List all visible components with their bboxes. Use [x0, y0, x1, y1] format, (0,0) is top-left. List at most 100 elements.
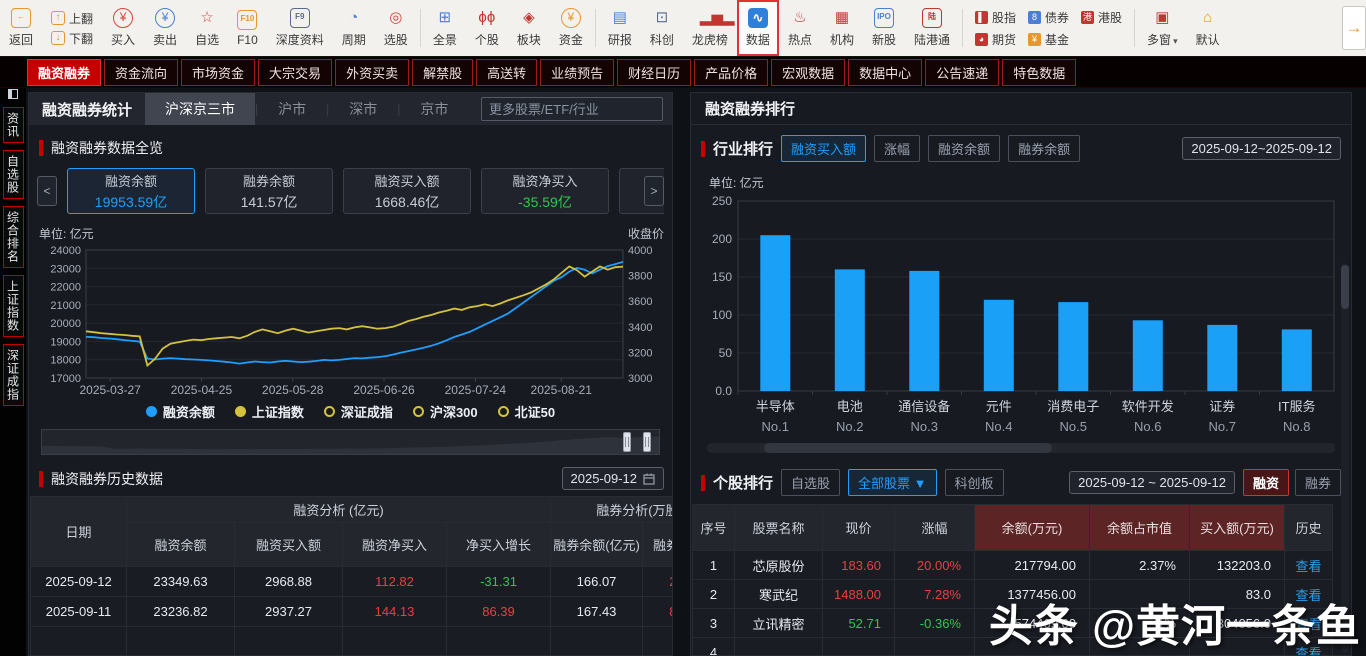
nav-tab-大宗交易[interactable]: 大宗交易: [258, 59, 332, 86]
stock-table-scrollbar[interactable]: [1341, 263, 1349, 653]
nav-tab-外资买卖[interactable]: 外资买卖: [335, 59, 409, 86]
search-input[interactable]: [489, 102, 665, 117]
view-link[interactable]: 查看: [1285, 638, 1333, 656]
toolbar-item-基金[interactable]: ¥基金: [1028, 31, 1069, 48]
toolbar-item-下翻[interactable]: ↓下翻: [51, 30, 93, 47]
table-cell: 20.00%: [895, 551, 975, 580]
toolbar-item-新股[interactable]: IPO新股: [863, 0, 905, 56]
sidebar-item-资讯[interactable]: 资讯: [3, 107, 24, 143]
toolbar-expand-button[interactable]: →: [1342, 6, 1366, 50]
toolbar-item-龙虎榜[interactable]: ▂▅▂龙虎榜: [683, 0, 737, 56]
nav-tab-业绩预告[interactable]: 业绩预告: [540, 59, 614, 86]
toolbar-item-多窗[interactable]: ▣多窗▾: [1138, 0, 1187, 56]
nav-tab-财经日历[interactable]: 财经日历: [617, 59, 691, 86]
view-link[interactable]: 查看: [1285, 551, 1333, 580]
table-cell: 2.37%: [1090, 551, 1190, 580]
stat-card-融资买入额[interactable]: 融资买入额1668.46亿: [343, 168, 471, 214]
search-box[interactable]: [481, 97, 663, 121]
stat-card-融券余额[interactable]: 融券余额141.57亿: [205, 168, 333, 214]
scrollbar-thumb[interactable]: [1341, 265, 1349, 309]
svg-text:21000: 21000: [50, 300, 81, 312]
toolbar-item-卖出[interactable]: ¥卖出: [144, 0, 186, 56]
market-tab-京市[interactable]: 京市: [400, 93, 468, 125]
market-tab-沪市[interactable]: 沪市: [258, 93, 326, 125]
toolbar-item-科创[interactable]: ⊡科创: [641, 0, 683, 56]
toolbar-item-上翻[interactable]: ↑上翻: [51, 10, 93, 27]
legend-item-融资余额[interactable]: 融资余额: [146, 402, 215, 421]
stock-date-range[interactable]: 2025-09-12 ~ 2025-09-12: [1069, 471, 1235, 494]
market-tab-深市[interactable]: 深市: [329, 93, 397, 125]
view-link[interactable]: 查看: [1285, 609, 1333, 638]
svg-text:17000: 17000: [50, 373, 81, 385]
industry-metric-button-涨幅[interactable]: 涨幅: [874, 135, 920, 162]
industry-date-range[interactable]: 2025-09-12~2025-09-12: [1182, 137, 1341, 160]
stock-side-button-融券[interactable]: 融券: [1295, 469, 1341, 496]
toolbar-item-选股[interactable]: ◎选股: [375, 0, 417, 56]
legend-item-沪深300[interactable]: 沪深300: [413, 402, 478, 421]
sidebar-item-上证指数[interactable]: 上证指数: [3, 275, 24, 337]
view-link[interactable]: 查看: [1285, 580, 1333, 609]
toolbar-item-个股[interactable]: ϕϕ个股: [466, 0, 508, 56]
toolbar-item-周期[interactable]: ◔周期: [333, 0, 375, 56]
nav-tab-高送转[interactable]: 高送转: [476, 59, 537, 86]
nav-tab-产品价格[interactable]: 产品价格: [694, 59, 768, 86]
chart-range-slider[interactable]: [41, 429, 660, 455]
toolbar-item-资金[interactable]: ¥资金: [550, 0, 592, 56]
scrollbar-thumb[interactable]: [764, 443, 1053, 453]
stat-card-融资净买入[interactable]: 融资净买入-35.59亿: [481, 168, 609, 214]
range-slider-handle-left[interactable]: [623, 432, 631, 452]
toolbar-item-热点[interactable]: ♨热点: [779, 0, 821, 56]
history-date-picker[interactable]: 2025-09-12: [562, 467, 665, 490]
stock-filter-button-全部股票 ▼[interactable]: 全部股票 ▼: [848, 469, 936, 496]
industry-metric-button-融资余额[interactable]: 融资余额: [928, 135, 1000, 162]
toolbar-item-买入[interactable]: ¥买入: [102, 0, 144, 56]
nav-tab-资金流向[interactable]: 资金流向: [104, 59, 178, 86]
range-slider-handle-right[interactable]: [643, 432, 651, 452]
legend-item-深证成指[interactable]: 深证成指: [324, 402, 393, 421]
sidebar-collapse-icon[interactable]: [8, 89, 18, 99]
toolbar-item-自选[interactable]: ☆自选: [186, 0, 228, 56]
svg-text:18000: 18000: [50, 355, 81, 367]
industry-metric-button-融券余额[interactable]: 融券余额: [1008, 135, 1080, 162]
toolbar-item-股指[interactable]: ▌股指: [975, 9, 1016, 26]
toolbar-item-港股[interactable]: 港港股: [1081, 9, 1122, 26]
toolbar-item-债券[interactable]: 8债券: [1028, 9, 1069, 26]
legend-item-北证50[interactable]: 北证50: [498, 402, 555, 421]
sidebar-item-深证成指[interactable]: 深证成指: [3, 344, 24, 406]
market-tab-沪深京三市[interactable]: 沪深京三市: [145, 93, 255, 125]
stock-filter-button-科创板[interactable]: 科创板: [945, 469, 1004, 496]
cards-next-button[interactable]: >: [644, 176, 664, 206]
toolbar-item-返回[interactable]: ←返回: [0, 0, 42, 56]
nav-tab-市场资金[interactable]: 市场资金: [181, 59, 255, 86]
stock-side-button-融资[interactable]: 融资: [1243, 469, 1289, 496]
legend-item-上证指数[interactable]: 上证指数: [235, 402, 304, 421]
nav-tab-特色数据[interactable]: 特色数据: [1002, 59, 1076, 86]
nav-tab-宏观数据[interactable]: 宏观数据: [771, 59, 845, 86]
toolbar-item-默认[interactable]: ⌂默认: [1187, 0, 1229, 56]
bar-chart-scrollbar[interactable]: [707, 443, 1335, 453]
svg-text:4000: 4000: [628, 245, 652, 257]
cards-prev-button[interactable]: <: [37, 176, 57, 206]
toolbar-item-F10[interactable]: F10F10: [228, 0, 267, 56]
stock-filter-button-自选股[interactable]: 自选股: [781, 469, 840, 496]
sidebar-item-综合排名[interactable]: 综合排名: [3, 206, 24, 268]
page-flip-group: ↑上翻 ↓下翻: [42, 0, 102, 56]
toolbar-item-期货[interactable]: ◕期货: [975, 31, 1016, 48]
toolbar-item-研报[interactable]: ▤研报: [599, 0, 641, 56]
toolbar-item-机构[interactable]: ▦机构: [821, 0, 863, 56]
nav-tab-数据中心[interactable]: 数据中心: [848, 59, 922, 86]
toolbar-item-数据[interactable]: ∿数据: [737, 0, 779, 56]
toolbar-item-全景[interactable]: ⊞全景: [424, 0, 466, 56]
toolbar-item-深度资料[interactable]: F9深度资料: [267, 0, 333, 56]
nav-tab-公告速递[interactable]: 公告速递: [925, 59, 999, 86]
nav-tab-融资融券[interactable]: 融资融券: [27, 59, 101, 86]
table-cell: 1: [693, 551, 735, 580]
svg-text:3800: 3800: [628, 271, 652, 283]
nav-tab-解禁股[interactable]: 解禁股: [412, 59, 473, 86]
stat-card-融资余额[interactable]: 融资余额19953.59亿: [67, 168, 195, 214]
table-cell: [551, 627, 643, 656]
industry-metric-button-融资买入额[interactable]: 融资买入额: [781, 135, 866, 162]
toolbar-item-陆港通[interactable]: 陆陆港通: [905, 0, 959, 56]
toolbar-item-板块[interactable]: ◈板块: [508, 0, 550, 56]
sidebar-item-自选股[interactable]: 自选股: [3, 150, 24, 199]
